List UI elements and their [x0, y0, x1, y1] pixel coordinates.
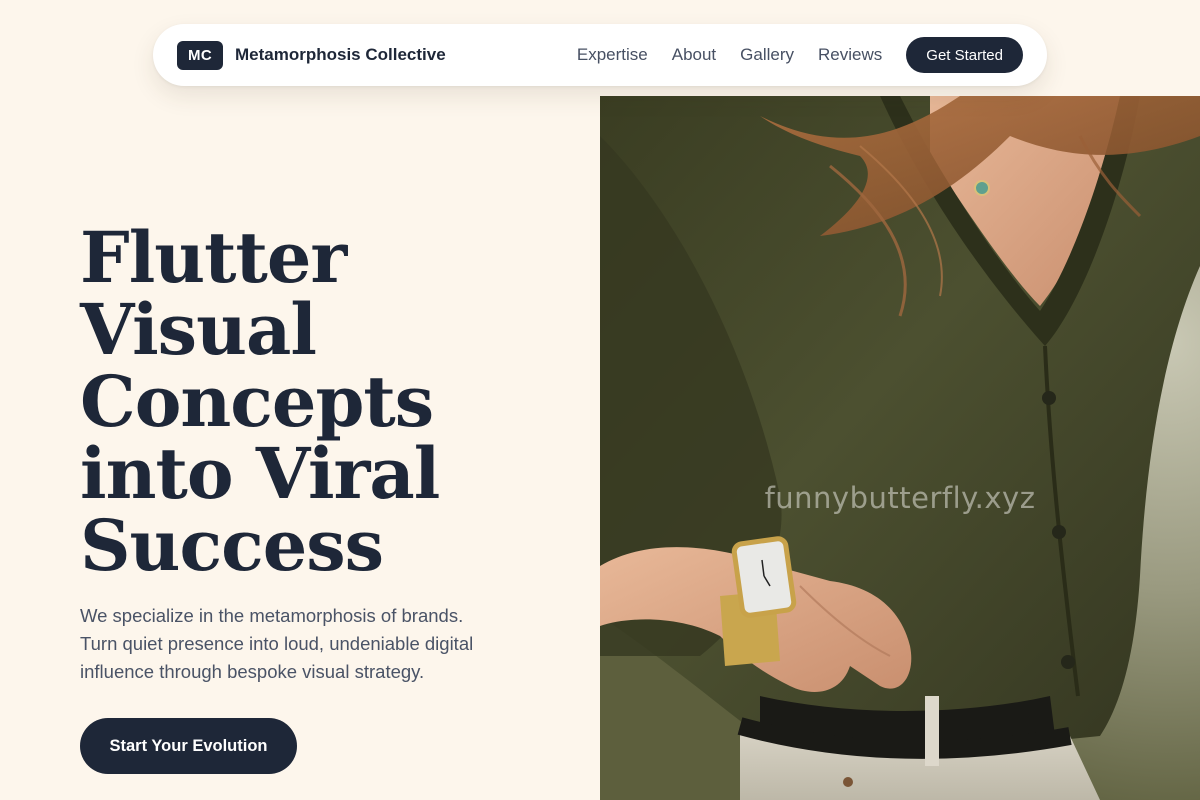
image-watermark: funnybutterfly.xyz — [764, 481, 1036, 515]
nav-link-reviews[interactable]: Reviews — [818, 45, 882, 65]
hero-title-line: Flutter — [80, 216, 347, 299]
nav-link-gallery[interactable]: Gallery — [740, 45, 794, 65]
get-started-button[interactable]: Get Started — [906, 37, 1023, 73]
hero-subtitle: We specialize in the metamorphosis of br… — [80, 602, 520, 686]
hero-subtitle-line: influence through bespoke visual strateg… — [80, 661, 425, 682]
logo-mark[interactable]: MC — [177, 40, 223, 70]
nav-links: Expertise About Gallery Reviews Get Star… — [577, 37, 1023, 73]
hero-subtitle-line: Turn quiet presence into loud, undeniabl… — [80, 633, 474, 654]
hero-title-line: Visual — [80, 288, 317, 371]
nav-link-expertise[interactable]: Expertise — [577, 45, 648, 65]
hero-photo-illustration — [600, 96, 1200, 800]
hero-title: Flutter Visual Concepts into Viral Succe… — [80, 222, 540, 582]
hero-image: funnybutterfly.xyz — [600, 96, 1200, 800]
brand-name[interactable]: Metamorphosis Collective — [235, 45, 446, 65]
hero-subtitle-line: We specialize in the metamorphosis of br… — [80, 605, 464, 626]
hero-title-line: into Viral — [80, 432, 440, 515]
hero-title-line: Success — [80, 504, 384, 587]
nav-link-about[interactable]: About — [672, 45, 716, 65]
start-evolution-button[interactable]: Start Your Evolution — [80, 718, 297, 774]
top-navbar: MC Metamorphosis Collective Expertise Ab… — [153, 24, 1047, 86]
hero-title-line: Concepts — [80, 360, 434, 443]
